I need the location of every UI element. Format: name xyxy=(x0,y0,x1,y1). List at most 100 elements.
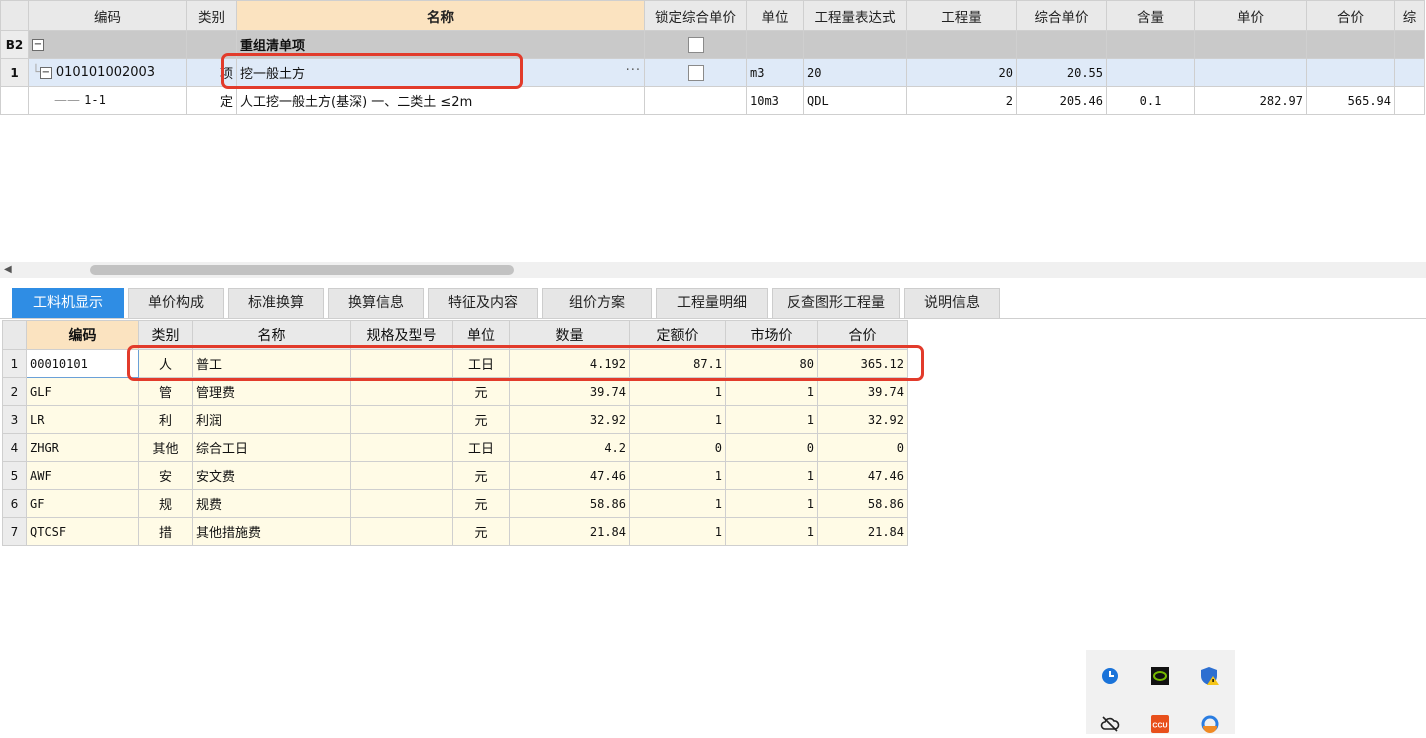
expr-cell[interactable]: QDL xyxy=(803,86,907,115)
tab-description[interactable]: 说明信息 xyxy=(904,288,1000,318)
group-name-cell[interactable]: 重组清单项 xyxy=(236,30,645,59)
total-cell[interactable]: 565.94 xyxy=(1306,86,1395,115)
code-cell[interactable]: AWF xyxy=(26,461,139,490)
name-cell[interactable]: 利润 xyxy=(192,405,351,434)
header-total[interactable]: 合价 xyxy=(1306,0,1395,31)
nvidia-icon[interactable] xyxy=(1150,666,1170,686)
header-type[interactable]: 类别 xyxy=(186,0,237,31)
tab-features-content[interactable]: 特征及内容 xyxy=(428,288,538,318)
collapse-icon[interactable]: − xyxy=(32,38,44,51)
table-row[interactable]: 6 GF 规规费元 58.86 1 1 58.86 xyxy=(2,489,908,518)
quota-price-cell[interactable]: 1 xyxy=(629,405,726,434)
header-quota-price[interactable]: 定额价 xyxy=(629,320,726,350)
total-cell[interactable]: 0 xyxy=(817,433,908,462)
total-cell[interactable]: 39.74 xyxy=(817,377,908,406)
spec-cell[interactable] xyxy=(350,489,453,518)
header-lock-price[interactable]: 锁定综合单价 xyxy=(644,0,747,31)
lock-price-cell[interactable] xyxy=(644,58,747,87)
table-row[interactable]: 7 QTCSF 措其他措施费元 21.84 1 1 21.84 xyxy=(2,517,908,546)
name-cell[interactable]: 综合工日 xyxy=(192,433,351,462)
tab-standard-conversion[interactable]: 标准换算 xyxy=(228,288,324,318)
code-cell[interactable]: └ −010101002003 xyxy=(28,58,187,87)
header-type[interactable]: 类别 xyxy=(138,320,193,350)
tab-reverse-graphic-quantity[interactable]: 反查图形工程量 xyxy=(772,288,900,318)
qty-cell[interactable]: 2 xyxy=(906,86,1017,115)
header-qty[interactable]: 工程量 xyxy=(906,0,1017,31)
bill-item-row[interactable]: 1 └ −010101002003 项 挖一般土方 ··· m3 20 20 20.… xyxy=(0,58,1425,87)
name-cell[interactable]: 规费 xyxy=(192,489,351,518)
quota-price-cell[interactable]: 1 xyxy=(629,489,726,518)
qty-cell[interactable]: 47.46 xyxy=(509,461,630,490)
qty-cell[interactable]: 4.2 xyxy=(509,433,630,462)
type-cell[interactable]: 人 xyxy=(138,349,193,378)
qty-cell[interactable]: 20 xyxy=(906,58,1017,87)
type-cell[interactable]: 管 xyxy=(138,377,193,406)
quota-price-cell[interactable]: 0 xyxy=(629,433,726,462)
market-price-cell[interactable]: 1 xyxy=(725,405,818,434)
qty-cell[interactable]: 32.92 xyxy=(509,405,630,434)
type-cell[interactable]: 其他 xyxy=(138,433,193,462)
lock-price-cell[interactable] xyxy=(644,86,747,115)
code-cell[interactable]: ZHGR xyxy=(26,433,139,462)
unit-cell[interactable]: 工日 xyxy=(452,433,510,462)
spec-cell[interactable] xyxy=(350,517,453,546)
table-row[interactable]: 5 AWF 安安文费元 47.46 1 1 47.46 xyxy=(2,461,908,490)
header-total[interactable]: 合价 xyxy=(817,320,908,350)
unit-cell[interactable]: 工日 xyxy=(452,349,510,378)
name-cell[interactable]: 挖一般土方 ··· xyxy=(236,58,645,87)
lock-price-checkbox[interactable] xyxy=(687,64,704,81)
table-row[interactable]: 3 LR 利利润元 32.92 1 1 32.92 xyxy=(2,405,908,434)
qty-cell[interactable]: 58.86 xyxy=(509,489,630,518)
code-cell[interactable]: GLF xyxy=(26,377,139,406)
unit-cell[interactable]: m3 xyxy=(746,58,804,87)
table-row[interactable]: 1 00010101 人普工 工日 4.192 87.1 80 365.12 xyxy=(2,349,908,378)
comp-price-cell[interactable]: 20.55 xyxy=(1016,58,1107,87)
price-cell[interactable] xyxy=(1194,58,1307,87)
cloud-off-icon[interactable] xyxy=(1100,714,1120,734)
more-options-icon[interactable]: ··· xyxy=(626,63,641,78)
horizontal-scrollbar[interactable]: ◀ xyxy=(0,262,1426,278)
market-price-cell[interactable]: 0 xyxy=(725,433,818,462)
code-cell[interactable]: —— 1-1 xyxy=(28,86,187,115)
unit-cell[interactable]: 元 xyxy=(452,405,510,434)
quota-price-cell[interactable]: 1 xyxy=(629,517,726,546)
lock-price-cell[interactable] xyxy=(644,30,747,59)
clock-icon[interactable] xyxy=(1100,666,1120,686)
tab-quantity-detail[interactable]: 工程量明细 xyxy=(656,288,768,318)
header-code[interactable]: 编码 xyxy=(28,0,187,31)
type-cell[interactable]: 措 xyxy=(138,517,193,546)
shield-warning-icon[interactable] xyxy=(1200,666,1220,686)
header-name[interactable]: 名称 xyxy=(192,320,351,350)
lock-price-checkbox[interactable] xyxy=(687,36,704,53)
sync-icon[interactable] xyxy=(1200,714,1220,734)
tab-pricing-scheme[interactable]: 组价方案 xyxy=(542,288,652,318)
header-code[interactable]: 编码 xyxy=(26,320,139,350)
quota-price-cell[interactable]: 87.1 xyxy=(629,349,726,378)
header-unit[interactable]: 单位 xyxy=(452,320,510,350)
spec-cell[interactable] xyxy=(350,433,453,462)
market-price-cell[interactable]: 1 xyxy=(725,377,818,406)
type-cell[interactable]: 规 xyxy=(138,489,193,518)
comp-price-cell[interactable]: 205.46 xyxy=(1016,86,1107,115)
name-cell[interactable]: 人工挖一般土方(基深) 一、二类土 ≤2m xyxy=(236,86,645,115)
unit-cell[interactable]: 10m3 xyxy=(746,86,804,115)
scroll-left-icon[interactable]: ◀ xyxy=(4,264,12,275)
header-spec[interactable]: 规格及型号 xyxy=(350,320,453,350)
table-row[interactable]: 2 GLF 管管理费元 39.74 1 1 39.74 xyxy=(2,377,908,406)
header-comp-price[interactable]: 综合单价 xyxy=(1016,0,1107,31)
type-cell[interactable]: 利 xyxy=(138,405,193,434)
total-cell[interactable]: 21.84 xyxy=(817,517,908,546)
collapse-icon[interactable]: − xyxy=(39,66,52,79)
spec-cell[interactable] xyxy=(350,405,453,434)
qty-cell[interactable]: 4.192 xyxy=(509,349,630,378)
unit-cell[interactable]: 元 xyxy=(452,461,510,490)
unit-cell[interactable]: 元 xyxy=(452,377,510,406)
market-price-cell[interactable]: 1 xyxy=(725,489,818,518)
spec-cell[interactable] xyxy=(350,461,453,490)
name-cell[interactable]: 安文费 xyxy=(192,461,351,490)
qty-cell[interactable]: 39.74 xyxy=(509,377,630,406)
scrollbar-thumb[interactable] xyxy=(90,265,514,275)
header-qty-expr[interactable]: 工程量表达式 xyxy=(803,0,907,31)
spec-cell[interactable] xyxy=(350,349,453,378)
content-cell[interactable]: 0.1 xyxy=(1106,86,1195,115)
